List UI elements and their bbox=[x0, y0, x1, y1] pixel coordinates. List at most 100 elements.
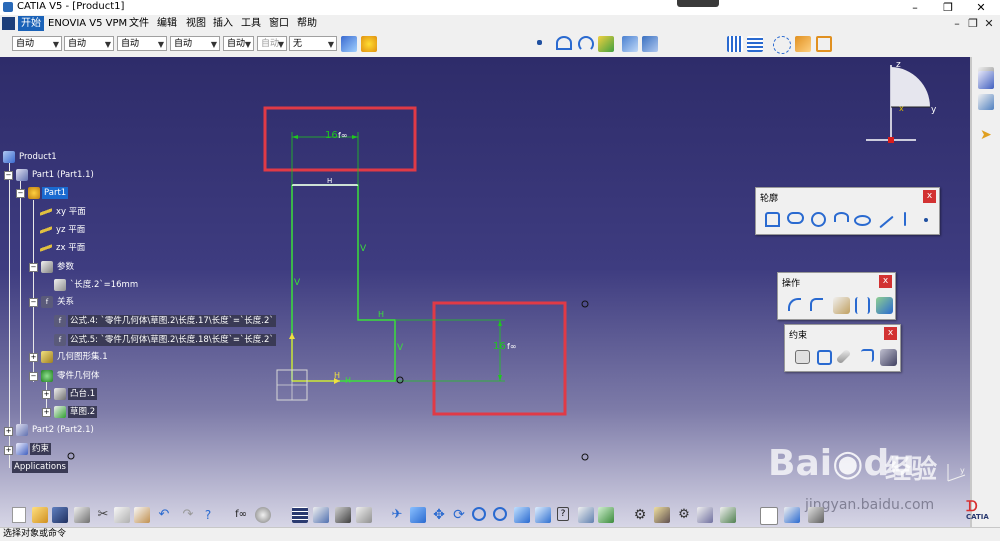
tree-node-length-param[interactable]: `长度.2`=16mm bbox=[54, 279, 140, 291]
doc-close-button[interactable]: ✕ bbox=[982, 17, 996, 30]
tree-node-part1-body[interactable]: Part1 bbox=[28, 187, 69, 199]
select-icon[interactable] bbox=[760, 507, 778, 525]
table-icon[interactable] bbox=[292, 507, 308, 523]
geometric-constraints-icon[interactable] bbox=[795, 36, 811, 52]
settings-icon[interactable]: ⚙ bbox=[676, 507, 692, 523]
comment-icon[interactable] bbox=[255, 507, 271, 523]
fly-mode-icon[interactable]: ✈ bbox=[389, 507, 405, 523]
tree-node-yz-plane[interactable]: yz 平面 bbox=[40, 224, 87, 236]
open-folder-icon[interactable] bbox=[32, 507, 48, 523]
corner-icon[interactable] bbox=[788, 298, 801, 311]
tree-node-zx-plane[interactable]: zx 平面 bbox=[40, 242, 87, 254]
menu-tools[interactable]: 工具 bbox=[241, 16, 261, 31]
snap-to-point-icon[interactable] bbox=[747, 36, 763, 52]
profile-icon[interactable] bbox=[765, 212, 780, 227]
exit-workbench-icon[interactable] bbox=[978, 94, 994, 110]
point-icon[interactable] bbox=[924, 218, 928, 222]
tree-node-pad[interactable]: 凸台.1 bbox=[54, 388, 98, 400]
tree-node-applications[interactable]: Applications bbox=[12, 461, 68, 473]
operation-toolbar[interactable]: 操作 x bbox=[777, 272, 896, 320]
new-file-icon[interactable] bbox=[12, 507, 26, 523]
tree-node-relations[interactable]: f 关系 bbox=[41, 296, 76, 308]
maximize-button[interactable]: ❐ bbox=[933, 0, 963, 15]
sketch-point[interactable] bbox=[396, 376, 404, 384]
sketch-point[interactable] bbox=[581, 453, 589, 461]
menu-enovia[interactable]: ENOVIA V5 VPM bbox=[48, 16, 127, 31]
analysis-icon[interactable] bbox=[697, 507, 713, 523]
zoom-in-icon[interactable] bbox=[472, 507, 486, 521]
spline-icon[interactable] bbox=[834, 212, 849, 222]
tree-collapse-toggle[interactable]: − bbox=[16, 189, 25, 198]
properties-icon[interactable] bbox=[356, 507, 372, 523]
close-button[interactable]: ✕ bbox=[966, 0, 996, 15]
oblong-icon[interactable] bbox=[787, 212, 804, 224]
tree-node-part2[interactable]: Part2 (Part2.1) bbox=[16, 424, 96, 436]
sketch-point[interactable] bbox=[67, 452, 75, 460]
tree-expand-toggle[interactable]: + bbox=[4, 446, 13, 455]
tree-expand-toggle[interactable]: + bbox=[29, 353, 38, 362]
undo-icon[interactable]: ↶ bbox=[156, 507, 172, 523]
view-cube-icon[interactable] bbox=[535, 507, 551, 523]
profile-toolbar-close-button[interactable]: x bbox=[923, 190, 936, 203]
compass-plane[interactable] bbox=[891, 67, 931, 107]
save-icon[interactable] bbox=[52, 507, 68, 523]
paste-icon[interactable] bbox=[134, 507, 150, 523]
tree-expand-toggle[interactable]: + bbox=[42, 408, 51, 417]
rendering-icon[interactable] bbox=[784, 507, 800, 523]
sketch-point[interactable] bbox=[581, 300, 589, 308]
normal-view-icon[interactable] bbox=[514, 507, 530, 523]
tree-expand-toggle[interactable]: + bbox=[42, 390, 51, 399]
swap-space-icon[interactable] bbox=[598, 507, 614, 523]
contact-constraint-icon[interactable] bbox=[835, 348, 852, 365]
fix-together-icon[interactable] bbox=[861, 349, 874, 362]
hide-show-icon[interactable] bbox=[578, 507, 594, 523]
tree-node-xy-plane[interactable]: xy 平面 bbox=[40, 206, 88, 218]
line-type-combo[interactable]: 自动 ▼ bbox=[170, 36, 220, 51]
compass-handle[interactable] bbox=[888, 137, 894, 143]
catalog-icon[interactable] bbox=[808, 507, 824, 523]
point-icon[interactable] bbox=[537, 40, 542, 45]
tree-node-parameters[interactable]: 参数 bbox=[41, 261, 76, 273]
mirror-icon[interactable] bbox=[855, 297, 870, 314]
tree-node-product1[interactable]: Product1 bbox=[3, 151, 59, 163]
catia-workbench-icon[interactable] bbox=[978, 71, 994, 89]
doc-restore-button[interactable]: ❐ bbox=[966, 17, 980, 30]
menu-edit[interactable]: 编辑 bbox=[157, 16, 177, 31]
ellipse-icon[interactable] bbox=[854, 215, 871, 226]
tree-node-part1[interactable]: Part1 (Part1.1) bbox=[16, 169, 96, 181]
tree-node-geom-set[interactable]: 几何图形集.1 bbox=[41, 351, 110, 363]
help-icon[interactable]: ? bbox=[200, 507, 216, 523]
view-iso-icon[interactable] bbox=[642, 36, 658, 52]
tree-expand-toggle[interactable]: + bbox=[4, 427, 13, 436]
layer-combo[interactable]: 无 ▼ bbox=[289, 36, 337, 51]
zoom-out-icon[interactable] bbox=[493, 507, 507, 521]
select-arrow-icon[interactable]: ➤ bbox=[980, 127, 992, 143]
tree-node-formula4[interactable]: f 公式.4: `零件几何体\草图.2\长度.17\长度`=`长度.2` bbox=[54, 315, 276, 327]
painter-icon[interactable] bbox=[341, 36, 357, 52]
measure-icon[interactable] bbox=[720, 507, 736, 523]
line-thickness-combo[interactable]: 自动 ▼ bbox=[117, 36, 167, 51]
tree-icon[interactable] bbox=[313, 507, 329, 523]
tree-node-sketch[interactable]: 草图.2 bbox=[54, 406, 98, 418]
constraint-dialog-icon[interactable] bbox=[795, 350, 810, 364]
tree-collapse-toggle[interactable]: − bbox=[4, 171, 13, 180]
copy-icon[interactable] bbox=[114, 507, 130, 523]
menu-help[interactable]: 帮助 bbox=[297, 16, 317, 31]
arc-icon[interactable] bbox=[578, 36, 594, 52]
constraint-toolbar-close-button[interactable]: x bbox=[884, 327, 897, 340]
catia-menu-icon[interactable] bbox=[2, 17, 15, 30]
gear-icon[interactable]: ⚙ bbox=[632, 507, 648, 523]
redo-icon[interactable]: ↷ bbox=[180, 507, 196, 523]
menu-view[interactable]: 视图 bbox=[186, 16, 206, 31]
construction-element-icon[interactable] bbox=[773, 36, 791, 54]
3d-viewport[interactable]: 16 f∞ 16 f∞ H V V H V H H z y x y Produc… bbox=[0, 57, 970, 527]
pan-icon[interactable]: ✥ bbox=[431, 507, 447, 523]
constraint-icon[interactable] bbox=[817, 350, 832, 365]
menu-file[interactable]: 文件 bbox=[129, 16, 149, 31]
profile-toolbar[interactable]: 轮廓 x bbox=[755, 187, 940, 235]
tree-collapse-toggle[interactable]: − bbox=[29, 263, 38, 272]
dim-top-value[interactable]: 16 bbox=[325, 130, 338, 141]
doc-minimize-button[interactable]: – bbox=[950, 17, 964, 30]
dim-right-value[interactable]: 16 bbox=[493, 341, 506, 352]
sketch-tools-icon[interactable] bbox=[598, 36, 614, 52]
